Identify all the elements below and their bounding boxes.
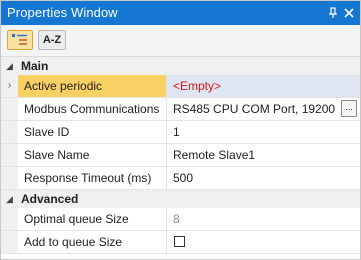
title-bar: Properties Window [1, 1, 360, 25]
property-row-optimal-queue-size[interactable]: Optimal queue Size 8 [1, 208, 360, 231]
row-gutter [1, 208, 18, 230]
property-row-add-to-queue-size[interactable]: Add to queue Size [1, 231, 360, 254]
close-icon-glyph [344, 8, 354, 18]
alphabetical-sort-button[interactable]: A-Z [38, 30, 66, 50]
pin-icon-glyph [329, 7, 337, 18]
row-gutter [1, 98, 18, 120]
property-value[interactable]: 500 [167, 167, 360, 189]
row-gutter [1, 121, 18, 143]
property-row-slave-name[interactable]: Slave Name Remote Slave1 [1, 144, 360, 167]
property-name: Response Timeout (ms) [18, 167, 167, 189]
property-value [167, 231, 360, 253]
property-value[interactable]: <Empty> [167, 75, 360, 97]
property-value: 8 [173, 212, 180, 226]
collapse-chevron-icon[interactable]: ◢ [6, 190, 13, 208]
property-value[interactable]: RS485 CPU COM Port, 19200 ... [167, 98, 360, 120]
browse-button[interactable]: ... [341, 100, 357, 117]
close-icon[interactable] [343, 7, 355, 19]
property-value[interactable]: Remote Slave1 [167, 144, 360, 166]
property-row-active-periodic[interactable]: › Active periodic <Empty> [1, 75, 360, 98]
category-advanced[interactable]: ◢ Advanced [1, 190, 360, 208]
property-grid: ◢ Main › Active periodic <Empty> Modbus … [1, 57, 360, 254]
pin-icon[interactable] [327, 7, 339, 19]
category-label: Main [21, 59, 49, 73]
property-value[interactable]: 1 [167, 121, 360, 143]
row-gutter [1, 167, 18, 189]
add-to-queue-checkbox[interactable] [174, 236, 185, 247]
property-value-text: RS485 CPU COM Port, 19200 [173, 102, 336, 116]
categorized-sort-icon [12, 34, 27, 45]
property-row-slave-id[interactable]: Slave ID 1 [1, 121, 360, 144]
toolbar: A-Z [1, 25, 360, 57]
row-gutter [1, 144, 18, 166]
property-name: Slave ID [18, 121, 167, 143]
expand-arrow-icon[interactable]: › [1, 75, 18, 97]
property-name: Add to queue Size [18, 231, 167, 253]
category-main[interactable]: ◢ Main [1, 57, 360, 75]
categorized-sort-button[interactable] [7, 30, 33, 50]
property-row-modbus-communications[interactable]: Modbus Communications RS485 CPU COM Port… [1, 98, 360, 121]
property-name: Optimal queue Size [18, 208, 167, 230]
property-name: Modbus Communications [18, 98, 167, 120]
property-name: Slave Name [18, 144, 167, 166]
property-name: Active periodic [18, 75, 167, 97]
collapse-chevron-icon[interactable]: ◢ [6, 57, 13, 75]
category-label: Advanced [21, 192, 79, 206]
window-title: Properties Window [7, 5, 118, 20]
property-row-response-timeout[interactable]: Response Timeout (ms) 500 [1, 167, 360, 190]
properties-window: Properties Window A-Z ◢ Main › Active pe… [0, 0, 361, 260]
row-gutter [1, 231, 18, 253]
